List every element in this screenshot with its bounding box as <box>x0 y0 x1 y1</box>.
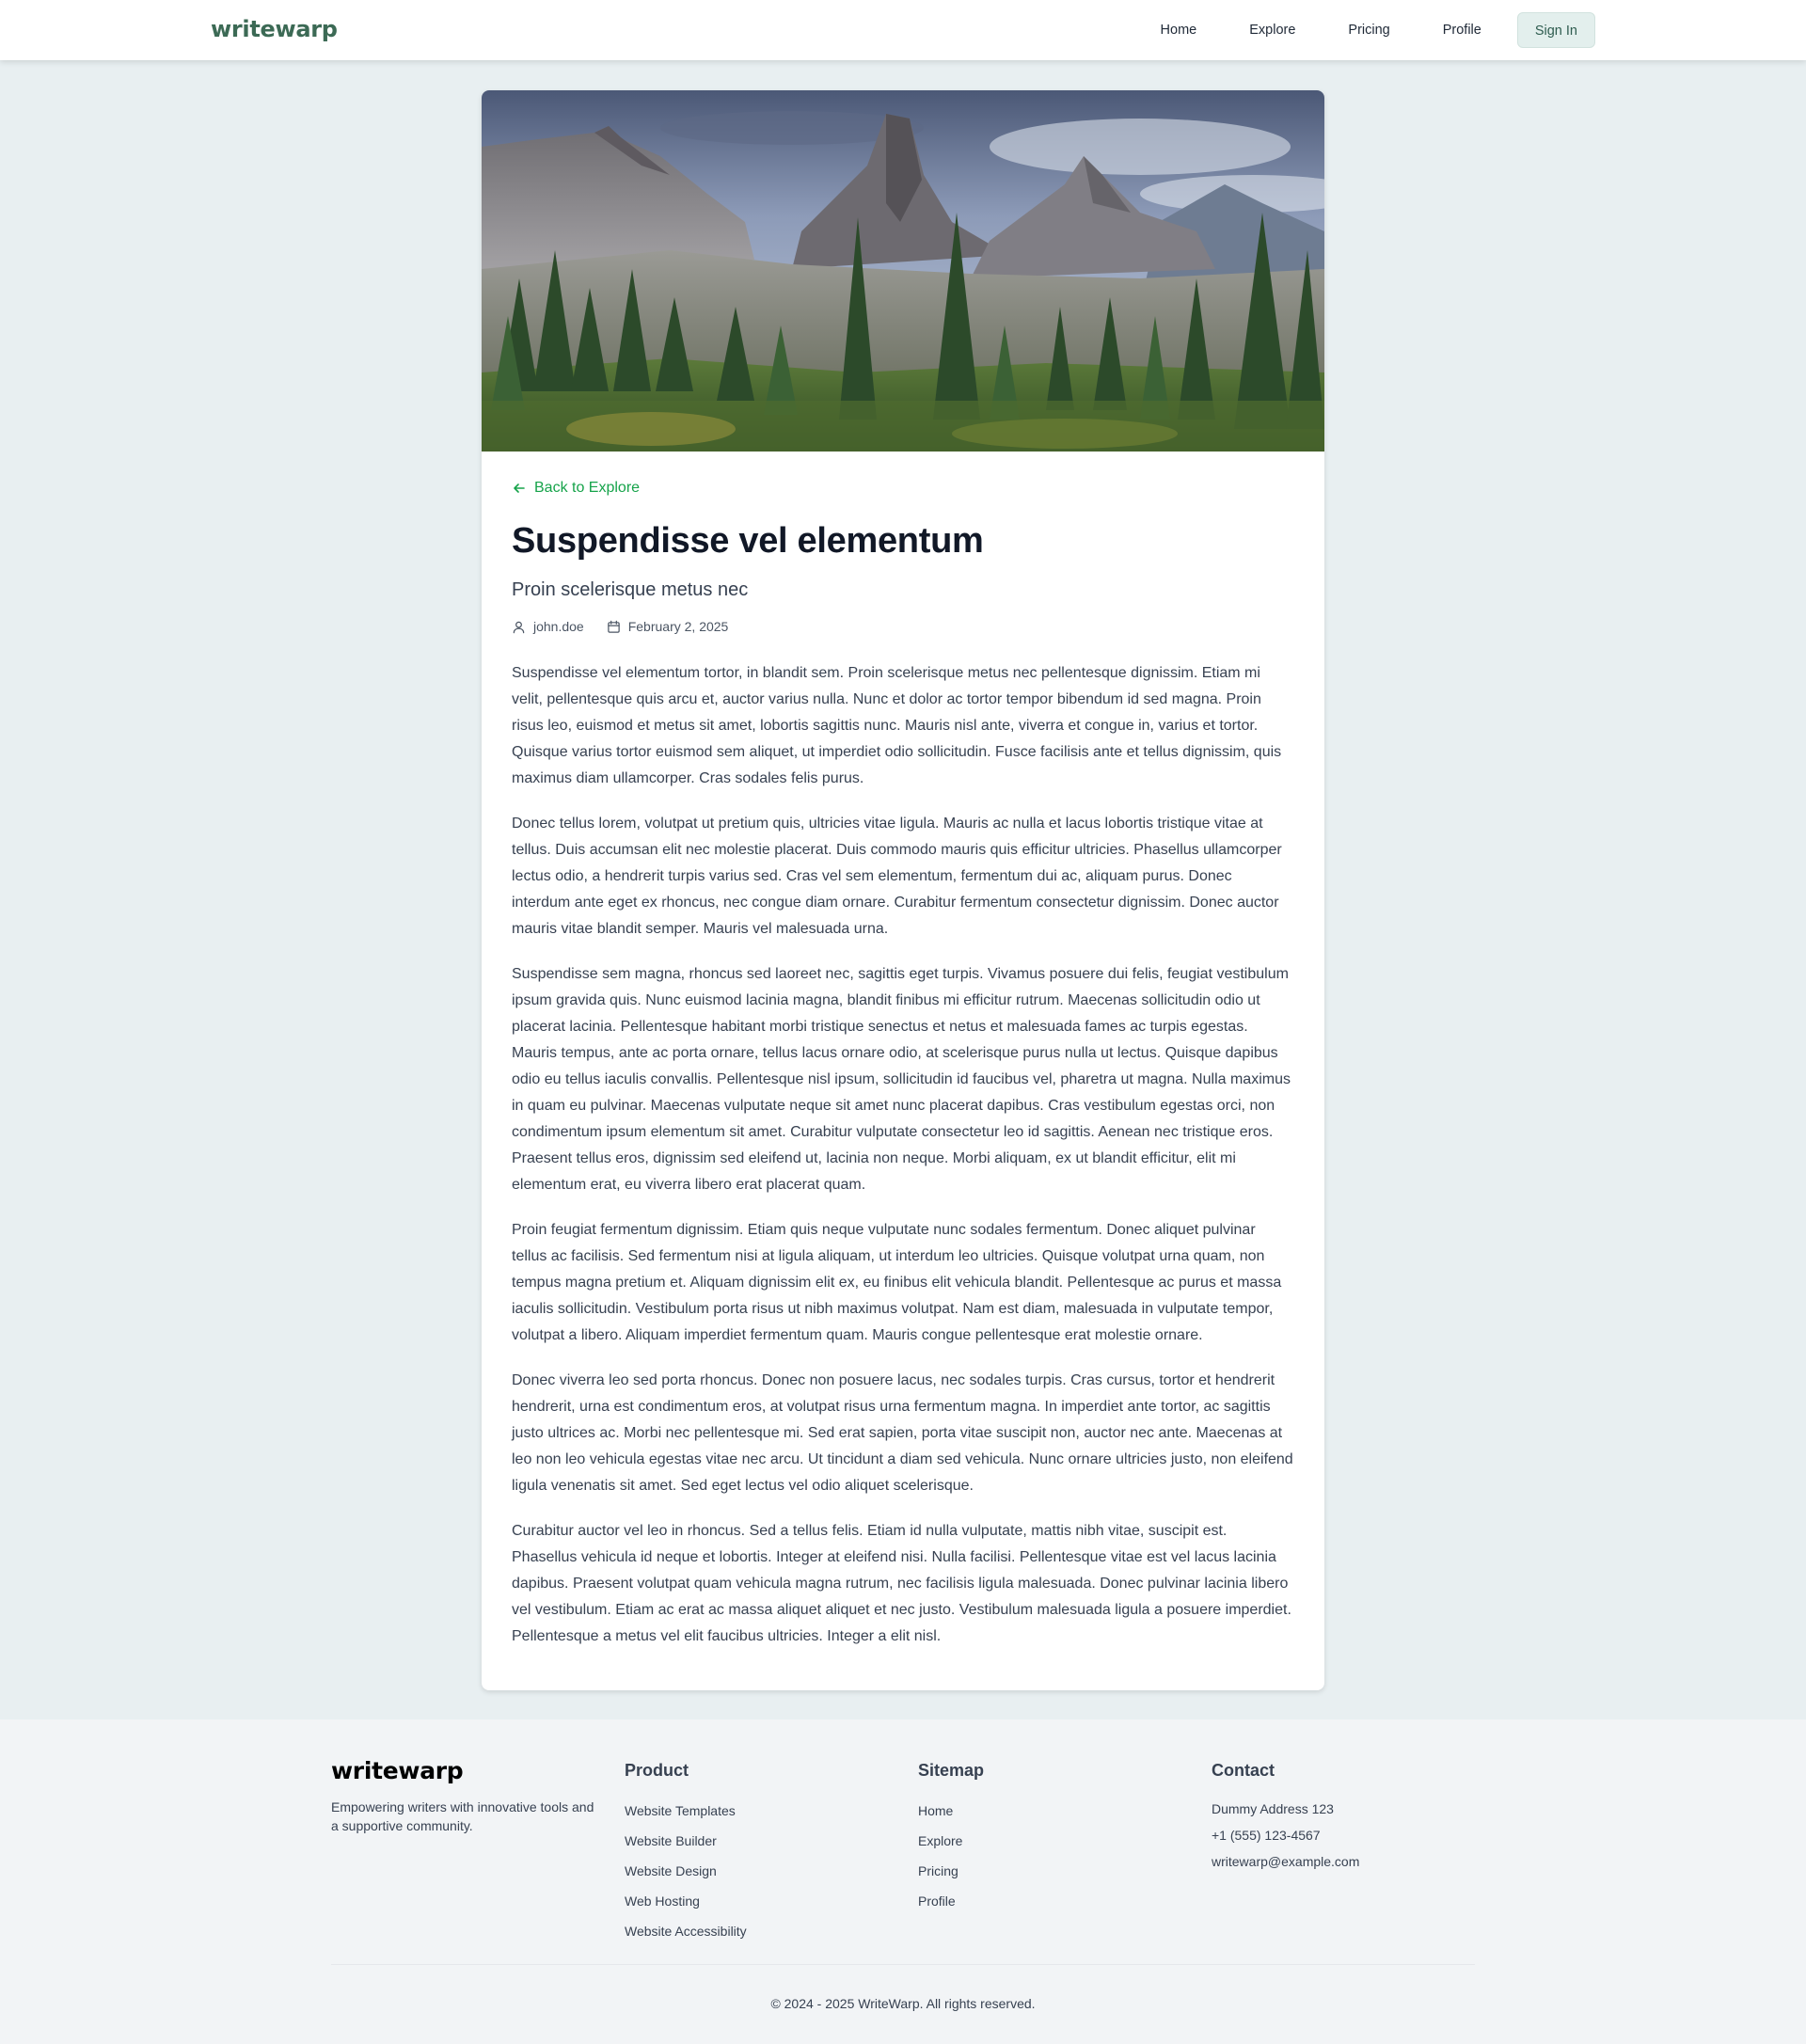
main-nav: Home Explore Pricing Profile Sign In <box>1138 12 1595 48</box>
footer-brand-logo[interactable]: writewarp <box>331 1757 604 1784</box>
author-info: john.doe <box>512 619 584 634</box>
footer-link-pricing[interactable]: Pricing <box>918 1862 984 1892</box>
article-paragraph: Donec viverra leo sed porta rhoncus. Don… <box>512 1372 1293 1494</box>
nav-profile[interactable]: Profile <box>1420 12 1504 48</box>
article-paragraph: Proin feugiat fermentum dignissim. Etiam… <box>512 1222 1282 1343</box>
copyright-text: © 2024 - 2025 WriteWarp. All rights rese… <box>770 1996 1036 2011</box>
footer-link-explore[interactable]: Explore <box>918 1831 984 1862</box>
article-subtitle: Proin scelerisque metus nec <box>512 579 749 600</box>
author-name: john.doe <box>533 619 584 634</box>
footer-link-website-accessibility[interactable]: Website Accessibility <box>625 1922 747 1952</box>
article-meta: john.doe February 2, 2025 <box>512 617 1294 636</box>
footer-product-column: Product Website Templates Website Builde… <box>625 1757 747 1952</box>
calendar-icon <box>607 620 620 633</box>
contact-email[interactable]: writewarp@example.com <box>1212 1852 1359 1878</box>
footer-link-home[interactable]: Home <box>918 1801 984 1831</box>
contact-address: Dummy Address 123 <box>1212 1801 1334 1816</box>
top-navbar: writewarp Home Explore Pricing Profile S… <box>0 0 1806 60</box>
footer-divider <box>331 1964 1475 1965</box>
footer-sitemap-heading: Sitemap <box>918 1761 985 1780</box>
footer-link-website-design[interactable]: Website Design <box>625 1862 747 1892</box>
article-paragraph: Curabitur auctor vel leo in rhoncus. Sed… <box>512 1523 1291 1644</box>
footer-link-web-hosting[interactable]: Web Hosting <box>625 1892 747 1922</box>
date-info: February 2, 2025 <box>607 619 729 634</box>
footer-sitemap-column: Sitemap Home Explore Pricing Profile <box>918 1757 984 1922</box>
footer-contact-heading: Contact <box>1212 1761 1275 1780</box>
footer-contact-column: Contact Dummy Address 123 +1 (555) 123-4… <box>1212 1757 1359 1878</box>
article-paragraph: Suspendisse vel elementum tortor, in bla… <box>512 665 1282 786</box>
nav-explore[interactable]: Explore <box>1227 12 1318 48</box>
user-icon <box>513 621 525 633</box>
sign-in-button[interactable]: Sign In <box>1516 12 1595 48</box>
article-title: Suspendisse vel elementum <box>512 521 984 561</box>
arrow-left-icon <box>514 483 525 493</box>
hero-image <box>482 90 1324 452</box>
footer-brand-column: writewarp Empowering writers with innova… <box>331 1757 604 1835</box>
footer-link-website-builder[interactable]: Website Builder <box>625 1831 747 1862</box>
back-to-explore-link[interactable]: Back to Explore <box>512 478 1294 499</box>
article-paragraph: Suspendisse sem magna, rhoncus sed laore… <box>512 966 1291 1193</box>
footer-link-profile[interactable]: Profile <box>918 1892 984 1922</box>
brand-logo[interactable]: writewarp <box>211 16 338 42</box>
contact-phone[interactable]: +1 (555) 123-4567 <box>1212 1826 1359 1852</box>
nav-pricing[interactable]: Pricing <box>1325 12 1412 48</box>
footer-product-heading: Product <box>625 1761 689 1780</box>
publish-date: February 2, 2025 <box>627 619 729 634</box>
article-paragraph: Donec tellus lorem, volutpat ut pretium … <box>512 816 1282 937</box>
article-content: Suspendisse vel elementum tortor, in bla… <box>512 660 1294 1650</box>
nav-home[interactable]: Home <box>1138 12 1220 48</box>
article-card: Back to Explore Suspendisse vel elementu… <box>482 90 1324 1690</box>
site-footer: writewarp Empowering writers with innova… <box>0 1719 1806 2044</box>
footer-tagline: Empowering writers with innovative tools… <box>331 1799 594 1833</box>
footer-link-website-templates[interactable]: Website Templates <box>625 1801 747 1831</box>
back-link-label: Back to Explore <box>534 480 641 496</box>
